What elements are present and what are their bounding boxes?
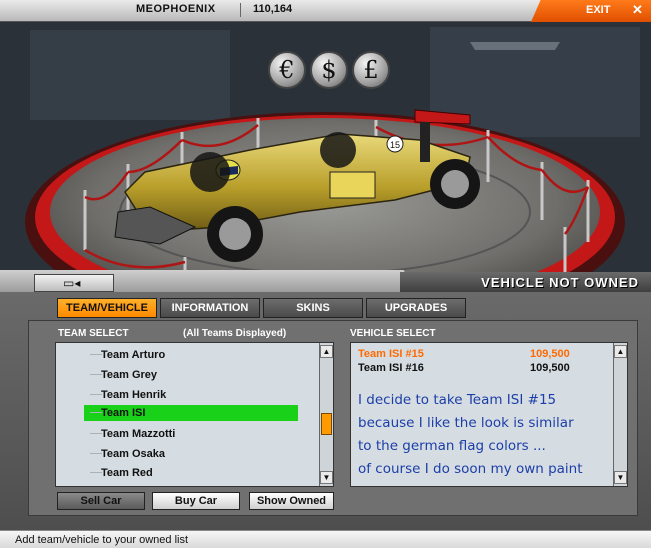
back-button[interactable]: ▭◂: [34, 274, 114, 292]
tab-information[interactable]: INFORMATION: [160, 298, 260, 318]
status-bar: Add team/vehicle to your owned list: [0, 530, 651, 548]
euro-icon[interactable]: €: [268, 51, 306, 89]
scroll-thumb[interactable]: [321, 413, 332, 435]
team-list-scrollbar[interactable]: ▲ ▼: [319, 343, 333, 486]
pound-icon[interactable]: £: [352, 51, 390, 89]
scroll-up-icon[interactable]: ▲: [614, 345, 627, 358]
currency-selector: € $ £: [268, 51, 390, 93]
annotation-line: I decide to take Team ISI #15: [358, 392, 557, 408]
buy-car-button[interactable]: Buy Car: [152, 492, 240, 510]
vehicle-row[interactable]: Team ISI #16 109,500: [358, 362, 598, 376]
backdrop-beam: [470, 42, 560, 50]
team-filter-note: (All Teams Displayed): [183, 328, 287, 339]
dollar-icon[interactable]: $: [310, 51, 348, 89]
list-item[interactable]: Team Mazzotti: [84, 426, 298, 442]
vehicle-status-banner: VEHICLE NOT OWNED: [400, 272, 651, 294]
tab-upgrades[interactable]: UPGRADES: [366, 298, 466, 318]
vehicle-price: 109,500: [530, 362, 570, 374]
back-arrow-icon: ▭◂: [63, 276, 81, 290]
vehicle-price: 109,500: [530, 348, 570, 360]
exit-button[interactable]: EXIT ✕: [531, 0, 651, 22]
show-owned-button[interactable]: Show Owned: [249, 492, 334, 510]
showroom-scene: 15 € $ £: [0, 22, 651, 285]
money-balance: 110,164: [253, 3, 293, 15]
annotation-line: of course I do soon my own paint: [358, 461, 583, 477]
status-text: Add team/vehicle to your owned list: [15, 534, 189, 546]
list-item[interactable]: Team Arturo: [84, 347, 298, 363]
tab-team-vehicle[interactable]: TEAM/VEHICLE: [57, 298, 157, 318]
scroll-up-icon[interactable]: ▲: [320, 345, 333, 358]
annotation-line: because I like the look is similar: [358, 415, 574, 431]
player-name: MEOPHOENIX: [136, 3, 216, 15]
top-bar-divider: [240, 3, 241, 17]
vehicle-row-selected[interactable]: Team ISI #15 109,500: [358, 348, 598, 362]
sidepod-sponsor: [329, 171, 376, 199]
exit-label: EXIT: [586, 4, 611, 16]
list-item[interactable]: Team Henrik: [84, 387, 298, 403]
backdrop-wall-left: [30, 30, 230, 120]
tab-skins[interactable]: SKINS: [263, 298, 363, 318]
list-item[interactable]: Team Grey: [84, 367, 298, 383]
team-select-header: TEAM SELECT: [58, 328, 129, 339]
scroll-down-icon[interactable]: ▼: [320, 471, 333, 484]
vehicle-name: Team ISI #15: [358, 348, 424, 360]
list-item[interactable]: Team Red: [84, 465, 298, 481]
annotation-line: to the german flag colors ...: [358, 438, 546, 454]
team-list: Team Arturo Team Grey Team Henrik Team I…: [55, 342, 334, 487]
list-item[interactable]: Team Osaka: [84, 446, 298, 462]
sell-car-button[interactable]: Sell Car: [57, 492, 145, 510]
car-number: 15: [390, 140, 400, 150]
close-icon: ✕: [632, 2, 643, 17]
list-item-selected[interactable]: Team ISI: [84, 405, 298, 421]
vehicle-select-header: VEHICLE SELECT: [350, 328, 436, 339]
vehicle-status-text: VEHICLE NOT OWNED: [481, 275, 639, 290]
vehicle-name: Team ISI #16: [358, 362, 424, 374]
